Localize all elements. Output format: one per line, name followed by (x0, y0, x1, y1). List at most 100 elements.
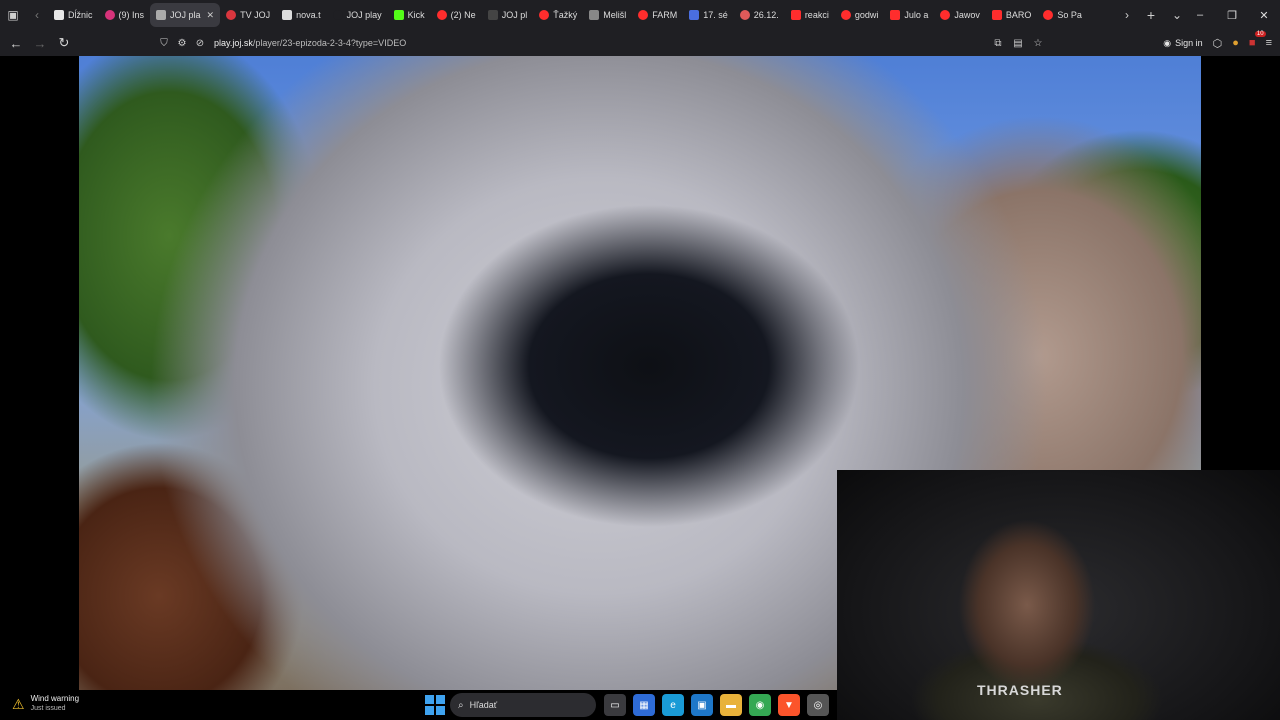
extension-badge: 10 (1254, 31, 1266, 37)
tab-label: TV JOJ (240, 10, 271, 20)
new-tab-button[interactable]: + (1138, 0, 1164, 30)
tab-label: (9) Ins (118, 10, 145, 20)
tab-favicon-icon (282, 10, 293, 20)
browser-tab[interactable]: (2) Ne (431, 3, 482, 27)
search-icon: ⌕ (458, 699, 464, 711)
url-domain: play.joj.sk (214, 38, 253, 48)
scroll-tabs-left-icon[interactable]: ‹ (26, 0, 48, 30)
weather-subtitle: Just issued (30, 705, 66, 712)
tab-favicon-icon (589, 10, 600, 20)
address-bar[interactable]: ⛉ ⚙ ⊘ play.joj.sk/player/23-epizoda-2-3-… (156, 30, 1046, 56)
sign-in-button[interactable]: ◉ Sign in (1163, 38, 1202, 49)
tab-favicon-icon (991, 10, 1002, 20)
forward-button[interactable]: → (28, 30, 52, 56)
toolbar-right: ◉ Sign in ⬡ ● ■ 10 ≡ (1163, 30, 1272, 56)
app-menu-icon[interactable]: ≡ (1266, 37, 1272, 49)
browser-tab[interactable]: Melišl (583, 3, 632, 27)
windows-taskbar: ⚠ Wind warning Just issued ⌕ Hľadať ▭ ▦ e ▣… (0, 690, 837, 720)
scroll-tabs-right-icon[interactable]: › (1116, 0, 1138, 30)
store-icon[interactable]: ▦ (633, 694, 655, 716)
tab-label: JOJ pla (170, 10, 201, 20)
tab-label: So Pa (1057, 10, 1082, 20)
extensions-icon[interactable]: ⬡ (1213, 37, 1223, 50)
browser-tab[interactable]: nova.t (276, 3, 327, 27)
sign-in-label: Sign in (1175, 38, 1203, 48)
warning-icon: ⚠ (12, 695, 25, 712)
tab-favicon-icon (790, 10, 801, 20)
reader-view-icon[interactable]: ▤ (1010, 38, 1026, 49)
tab-label: Melišl (603, 10, 627, 20)
picture-in-picture-icon[interactable]: ⧉ (990, 38, 1006, 49)
tab-favicon-icon (393, 10, 404, 20)
browser-tab[interactable]: So Pa (1037, 3, 1088, 27)
url-text[interactable]: play.joj.sk/player/23-epizoda-2-3-4?type… (214, 38, 406, 48)
tab-favicon-icon (487, 10, 498, 20)
maximize-button[interactable]: ❐ (1216, 0, 1248, 30)
address-bar-actions: ⧉ ▤ ☆ (990, 30, 1046, 56)
ublock-icon[interactable]: ■ 10 (1249, 31, 1266, 49)
minimize-button[interactable]: – (1184, 0, 1216, 30)
browser-tab[interactable]: Dĺžnic (48, 3, 99, 27)
tab-favicon-icon (156, 10, 167, 20)
colorful-extension-icon[interactable]: ● (1232, 37, 1239, 49)
browser-tab[interactable]: (9) Ins (99, 3, 151, 27)
browser-tab[interactable]: 26.12. (734, 3, 785, 27)
tab-strip: ▣ ‹ Dĺžnic (9) Ins JOJ pla ✕ TV JOJ nova.t JOJ… (0, 0, 1280, 30)
desktop-icon[interactable]: ▣ (691, 694, 713, 716)
taskbar-search[interactable]: ⌕ Hľadať (450, 693, 596, 717)
bookmark-star-icon[interactable]: ☆ (1030, 38, 1046, 49)
weather-title: Wind warning (30, 694, 80, 703)
tab-list: Dĺžnic (9) Ins JOJ pla ✕ TV JOJ nova.t JOJ pla… (48, 0, 1116, 30)
back-button[interactable]: ← (4, 30, 28, 56)
tab-favicon-icon (539, 10, 550, 20)
browser-tab[interactable]: JOJ pl (482, 3, 534, 27)
tab-favicon-icon (638, 10, 649, 20)
browser-tab[interactable]: Kick (388, 3, 431, 27)
tab-favicon-icon (739, 10, 750, 20)
tab-manager-icon[interactable]: ▣ (0, 0, 26, 30)
tab-label: JOJ pl (501, 10, 528, 20)
tracking-protection-icon[interactable]: ⛉ (156, 30, 172, 56)
tab-favicon-icon (436, 10, 447, 20)
browser-tab[interactable]: JOJ pla ✕ (150, 3, 221, 27)
tab-label: (2) Ne (450, 10, 476, 20)
browser-tab[interactable]: Julo a (884, 3, 934, 27)
webcam-overlay: THRASHER (837, 470, 1280, 720)
task-view-icon[interactable]: ▭ (604, 694, 626, 716)
start-button[interactable] (425, 695, 445, 715)
tab-label: Julo a (904, 10, 929, 20)
tab-label: 17. sé (703, 10, 728, 20)
reload-button[interactable]: ↻ (52, 30, 76, 56)
browser-tab[interactable]: reakci (785, 3, 835, 27)
browser-tab[interactable]: 17. sé (683, 3, 734, 27)
navigation-bar: ← → ↻ ⛉ ⚙ ⊘ play.joj.sk/player/23-epizod… (0, 30, 1280, 56)
brave-icon[interactable]: ▼ (778, 694, 800, 716)
browser-tab[interactable]: godwi (835, 3, 885, 27)
tab-label: BARO (1005, 10, 1032, 20)
pinned-apps: ▭ ▦ e ▣ ▬ ◉ ▼ ◎ (604, 694, 829, 716)
browser-tab[interactable]: BARO (986, 3, 1038, 27)
tab-favicon-icon (54, 10, 64, 20)
close-window-button[interactable]: ✕ (1248, 0, 1280, 30)
close-tab-icon[interactable]: ✕ (207, 10, 215, 21)
tab-favicon-icon (840, 10, 851, 20)
permissions-icon[interactable]: ⚙ (174, 30, 190, 56)
account-icon: ◉ (1163, 37, 1172, 48)
browser-tab[interactable]: Jawov (934, 3, 986, 27)
folder-icon[interactable]: ▬ (720, 694, 742, 716)
browser-tab[interactable]: TV JOJ (220, 3, 276, 27)
site-info-icon[interactable]: ⊘ (192, 30, 208, 56)
tab-label: Jawov (954, 10, 980, 20)
tab-label: reakci (804, 10, 829, 20)
browser-tab[interactable]: JOJ play (327, 3, 388, 27)
window-controls: – ❐ ✕ (1184, 0, 1280, 30)
edge-icon[interactable]: e (662, 694, 684, 716)
tab-label: 26.12. (753, 10, 779, 20)
browser-tab[interactable]: Ťažký (533, 3, 583, 27)
tab-label: Ťažký (553, 10, 578, 20)
weather-widget[interactable]: ⚠ Wind warning Just issued (12, 694, 79, 714)
tab-favicon-icon (226, 10, 237, 20)
obs-icon[interactable]: ◎ (807, 694, 829, 716)
chrome-icon[interactable]: ◉ (749, 694, 771, 716)
browser-tab[interactable]: FARM (632, 3, 683, 27)
